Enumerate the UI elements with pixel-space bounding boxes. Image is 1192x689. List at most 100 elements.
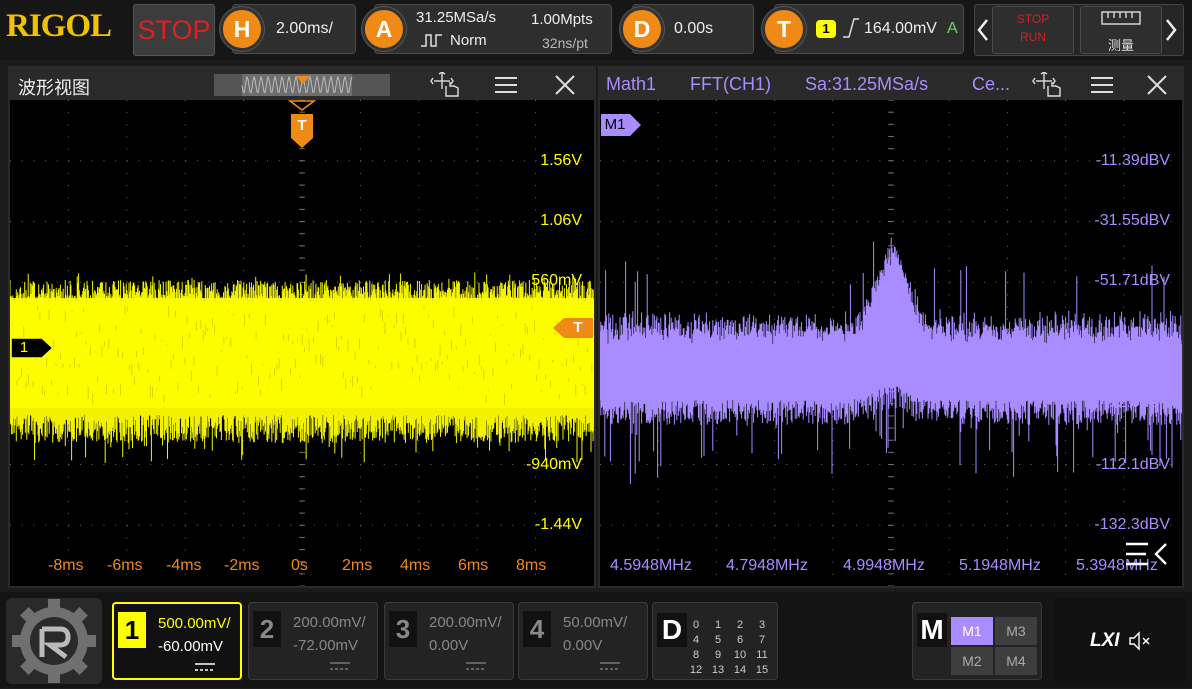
pulse-icon (421, 34, 442, 47)
channel-offset: 0.00V (429, 637, 469, 654)
close-icon[interactable] (554, 74, 576, 96)
digital-label: D (657, 613, 687, 647)
hamburger-menu-icon[interactable] (1090, 76, 1114, 94)
digital-row: 8 9 10 11 (685, 645, 777, 661)
math-y-axis-label: -11.39dBV (1095, 152, 1170, 169)
channel-offset: -72.00mV (293, 637, 359, 654)
hamburger-menu-icon[interactable] (494, 76, 518, 94)
channel-1-panel[interactable]: 1 500.00mV/ -60.00mV (112, 602, 242, 680)
memory-overview-bar[interactable] (214, 74, 390, 96)
top-toolbar: RIGOL STOP H 2.00ms/ A 31.25MSa/s 1.00Mp… (0, 0, 1192, 60)
measure-label: 测量 (1107, 38, 1134, 53)
status-panel: LXI (1054, 598, 1186, 684)
waveform-plot-area[interactable] (10, 100, 594, 586)
dc-coupling-icon (195, 663, 215, 671)
delay-icon[interactable]: D (620, 7, 664, 51)
channel-scale: 500.00mV/ (158, 615, 231, 632)
digital-row: 0123 (685, 615, 777, 631)
math-menu-label: M (917, 613, 947, 647)
waveform-x-axis-label: -6ms (107, 557, 143, 574)
math-fft-source: FFT(CH1) (690, 74, 771, 94)
channel-scale: 50.00mV/ (563, 614, 628, 631)
math-y-axis-label: -92.0dBV (1103, 394, 1170, 411)
dc-coupling-icon (330, 662, 350, 670)
acquire-icon[interactable]: A (362, 7, 406, 51)
memory-depth: 1.00Mpts (531, 11, 593, 28)
digital-channel-number: 12 (689, 664, 703, 676)
delay-value: 0.00s (674, 20, 714, 37)
channel-number: 3 (389, 611, 417, 647)
waveform-grid (10, 100, 594, 586)
trigger-source-badge: 1 (816, 20, 836, 38)
math-y-axis-label: -31.55dBV (1094, 212, 1170, 229)
math-title: Math1 (606, 74, 657, 94)
acquire-mode: Norm (450, 32, 487, 49)
dc-coupling-icon (600, 662, 620, 670)
ruler-icon (1101, 11, 1141, 25)
math-m2-button[interactable]: M2 (951, 647, 993, 675)
home-button[interactable] (6, 598, 102, 684)
touch-move-icon[interactable] (1032, 72, 1066, 98)
trigger-level: 164.00mV (864, 20, 937, 37)
channel-offset: -60.00mV (158, 638, 224, 655)
digital-channel-number: 15 (755, 664, 769, 676)
sample-rate: 31.25MSa/s (416, 9, 497, 26)
channel-4-panel[interactable]: 4 50.00mV/0.00V (518, 602, 648, 680)
math-title-more: Ce... (972, 74, 1011, 94)
waveform-x-axis-label: 2ms (342, 557, 373, 574)
run-stop-button[interactable]: STOP (133, 4, 215, 56)
waveform-y-axis-label: 1.06V (540, 212, 582, 229)
speaker-muted-icon[interactable] (1128, 630, 1154, 652)
horizontal-icon[interactable]: H (220, 7, 264, 51)
dc-coupling-icon (466, 662, 486, 670)
math-view-header: Math1 FFT(CH1) Sa:31.25MSa/s Ce... (600, 68, 1182, 100)
rigol-logo: RIGOL (6, 8, 112, 44)
math-y-axis-label: -132.3dBV (1094, 516, 1170, 533)
chevron-left-icon[interactable] (976, 18, 990, 42)
math-x-axis-label: 4.9948MHz (843, 557, 925, 574)
stop-run-top-label: STOP (1016, 12, 1050, 26)
math-x-axis-label: 5.1948MHz (959, 557, 1041, 574)
waveform-x-axis-label: 4ms (400, 557, 431, 574)
math-grid (600, 100, 1182, 586)
channel1-marker-label: 1 (19, 339, 29, 356)
channel-offset: 0.00V (563, 637, 603, 654)
waveform-x-axis-label: 6ms (458, 557, 489, 574)
trigger-level-label: T (573, 319, 583, 336)
collapse-menu-icon[interactable] (1124, 540, 1170, 570)
stop-run-bottom-label: RUN (1020, 30, 1046, 44)
trigger-status: A (947, 20, 958, 37)
math-m3-button[interactable]: M3 (995, 617, 1037, 645)
touch-move-icon[interactable] (430, 72, 464, 98)
rising-edge-icon (843, 18, 859, 38)
math-m4-button[interactable]: M4 (995, 647, 1037, 675)
waveform-x-axis-label: -8ms (48, 557, 84, 574)
chevron-right-icon[interactable] (1164, 18, 1178, 42)
close-icon[interactable] (1146, 74, 1168, 96)
math-x-axis-label: 4.5948MHz (610, 557, 692, 574)
waveform-x-axis-label: -2ms (224, 557, 260, 574)
waveform-y-axis-label: 560mV (531, 272, 582, 289)
channel-2-panel[interactable]: 2 200.00mV/ -72.00mV (248, 602, 378, 680)
math-y-axis-label: -112.1dBV (1095, 456, 1170, 473)
math-menu-panel[interactable]: M M1 M3 M2 M4 (912, 602, 1042, 680)
waveform-x-axis-label: 8ms (516, 557, 547, 574)
math-m1-button[interactable]: M1 (951, 617, 993, 645)
rigol-gear-icon (12, 599, 96, 683)
trigger-icon[interactable]: T (762, 7, 806, 51)
math-y-axis-label: -51.71dBV (1094, 272, 1170, 289)
channel-number: 2 (253, 611, 281, 647)
channel-3-panel[interactable]: 3 200.00mV/0.00V (384, 602, 514, 680)
math-x-axis-label: 4.7948MHz (726, 557, 808, 574)
waveform-y-axis-label: -1.44V (534, 516, 582, 533)
lxi-logo: LXI (1090, 630, 1120, 651)
time-resolution: 32ns/pt (542, 35, 588, 51)
channel-scale: 200.00mV/ (429, 614, 502, 631)
waveform-y-axis-label: -940mV (525, 456, 582, 473)
channel-number: 1 (118, 612, 146, 648)
waveform-view-title: 波形视图 (18, 78, 90, 98)
digital-channels-panel[interactable]: D 0 1 2 3 4 5 6 7 8 9 10 11 12 13 14 15 (652, 602, 778, 680)
timebase-value: 2.00ms/ (276, 20, 333, 37)
waveform-x-axis-label: -4ms (166, 557, 202, 574)
math-plot-area[interactable] (600, 100, 1182, 586)
